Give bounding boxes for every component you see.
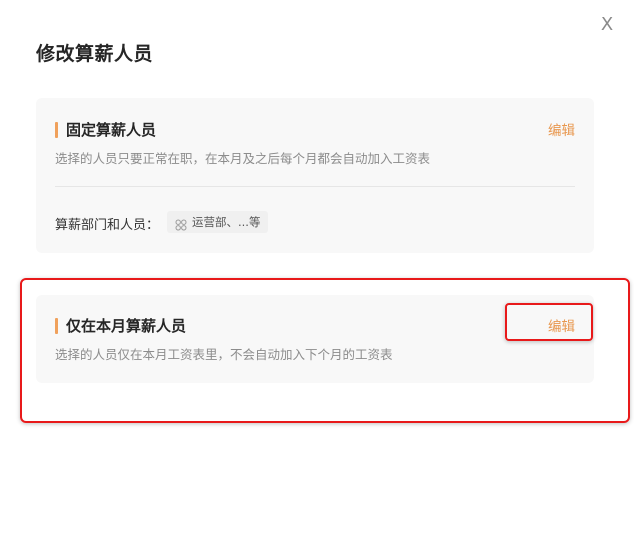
close-button[interactable]: X — [597, 14, 617, 36]
month-only-payroll-edit-link[interactable]: 编辑 — [548, 315, 575, 335]
scope-tag-text: 运营部、...等 — [192, 215, 261, 229]
scope-label: 算薪部门和人员： — [55, 218, 160, 233]
dialog-title: 修改算薪人员 — [36, 43, 154, 65]
month-only-payroll-description: 选择的人员仅在本月工资表里，不会自动加入下个月的工资表 — [55, 347, 393, 362]
scope-tag[interactable]: 运营部、...等 — [167, 211, 269, 233]
month-only-payroll-title: 仅在本月算薪人员 — [55, 317, 186, 335]
fixed-payroll-title: 固定算薪人员 — [55, 121, 156, 139]
fixed-payroll-card: 固定算薪人员 编辑 选择的人员只要正常在职，在本月及之后每个月都会自动加入工资表… — [36, 98, 594, 253]
card-divider — [55, 186, 575, 187]
fixed-payroll-edit-link[interactable]: 编辑 — [548, 119, 575, 139]
month-only-payroll-card: 仅在本月算薪人员 编辑 选择的人员仅在本月工资表里，不会自动加入下个月的工资表 — [36, 295, 594, 383]
fixed-payroll-description: 选择的人员只要正常在职，在本月及之后每个月都会自动加入工资表 — [55, 151, 431, 166]
department-icon — [175, 216, 187, 231]
